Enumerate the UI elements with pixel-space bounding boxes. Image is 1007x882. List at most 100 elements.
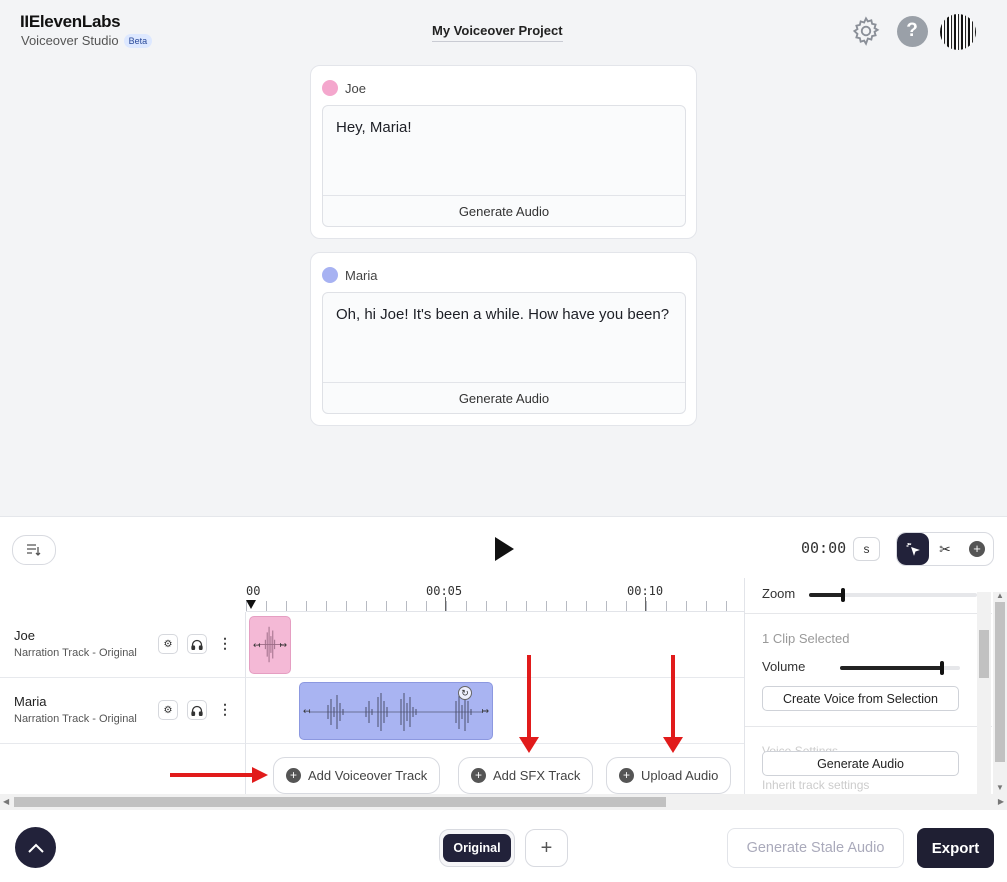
regenerate-icon[interactable]: ↻ (458, 686, 472, 700)
play-button[interactable] (490, 534, 518, 564)
headphones-icon (191, 639, 203, 650)
trim-right-icon[interactable]: ↦ (481, 706, 489, 717)
generate-stale-audio-button[interactable]: Generate Stale Audio (727, 828, 904, 868)
help-icon: ? (896, 15, 928, 47)
speaker-name: Joe (345, 80, 366, 96)
annotation-arrow-down (663, 655, 683, 753)
version-switcher: Original (439, 829, 515, 867)
track-subtitle: Narration Track - Original (14, 713, 137, 725)
gear-icon (852, 16, 880, 46)
divider (745, 726, 992, 727)
track-more-icon[interactable]: ⋮ (218, 701, 232, 718)
settings-button[interactable] (849, 14, 883, 48)
clip-selected-label: 1 Clip Selected (762, 631, 850, 646)
plus-icon: + (619, 768, 634, 783)
version-original-button[interactable]: Original (443, 834, 511, 862)
headphones-icon (191, 705, 203, 716)
select-tool-button[interactable] (897, 533, 929, 565)
plus-icon: + (286, 768, 301, 783)
scissors-icon: ✂ (939, 540, 951, 557)
ruler-label: 00 (246, 584, 261, 598)
chevron-up-icon (27, 843, 44, 853)
trim-left-icon[interactable]: ↤ (253, 640, 261, 651)
export-button[interactable]: Export (917, 828, 994, 868)
volume-label: Volume (762, 659, 806, 674)
play-icon (495, 537, 514, 561)
scroll-up-icon[interactable]: ▲ (996, 591, 1004, 600)
collapse-panel-button[interactable] (15, 827, 56, 868)
beta-badge: Beta (123, 33, 153, 48)
button-label: Upload Audio (641, 768, 719, 783)
add-voiceover-track-button[interactable]: + Add Voiceover Track (273, 757, 441, 794)
time-unit-toggle[interactable]: s (853, 537, 880, 561)
volume-slider-thumb[interactable] (940, 661, 944, 675)
dialogue-textbox[interactable]: Oh, hi Joe! It's been a while. How have … (322, 292, 686, 414)
inherit-settings-label: Inherit track settings (762, 778, 870, 792)
speaker-name: Maria (345, 267, 378, 283)
gear-icon: ⚙ (163, 638, 173, 650)
scroll-down-icon[interactable]: ▼ (996, 783, 1004, 792)
list-sort-icon (27, 544, 41, 556)
track-name: Maria (14, 694, 47, 709)
ruler-label: 00:05 (426, 584, 463, 598)
user-avatar[interactable] (940, 14, 976, 50)
scrollbar-thumb[interactable] (979, 630, 989, 678)
playhead[interactable] (246, 600, 256, 609)
scrollbar-thumb[interactable] (995, 602, 1005, 762)
audio-clip[interactable]: ↤ ↦ ↻ (299, 682, 493, 740)
zoom-slider-thumb[interactable] (840, 588, 845, 602)
trim-right-icon[interactable]: ↦ (279, 640, 287, 651)
speaker-label[interactable]: Maria (322, 267, 378, 283)
dialogue-text[interactable]: Hey, Maria! (323, 106, 685, 196)
track-more-icon[interactable]: ⋮ (218, 635, 232, 652)
help-button[interactable]: ? (895, 14, 929, 48)
project-title[interactable]: My Voiceover Project (432, 23, 563, 42)
gear-icon: ⚙ (163, 704, 173, 716)
track-solo-button[interactable] (187, 634, 207, 654)
dialogue-card-joe: Joe Hey, Maria! Generate Audio (310, 65, 697, 239)
button-label: Add SFX Track (493, 768, 581, 783)
zoom-slider[interactable] (809, 588, 977, 602)
dialogue-card-maria: Maria Oh, hi Joe! It's been a while. How… (310, 252, 697, 426)
upload-audio-button[interactable]: + Upload Audio (606, 757, 732, 794)
scroll-left-icon[interactable]: ◀ (3, 797, 9, 806)
timeline-vertical-scrollbar[interactable]: ▲ ▼ (993, 591, 1007, 794)
app-logo[interactable]: IIElevenLabs (20, 12, 121, 32)
plus-icon: + (969, 541, 985, 557)
cursor-click-icon (906, 543, 920, 556)
studio-name: Voiceover Studio (21, 33, 119, 48)
track-name: Joe (14, 628, 35, 643)
audio-clip[interactable]: ↤ ↦ (249, 616, 291, 674)
timeline-ruler[interactable]: 00 00:05 00:10 (246, 578, 744, 612)
clip-properties-panel: Zoom 1 Clip Selected Volume Create Voice… (744, 578, 992, 794)
generate-audio-button[interactable]: Generate Audio (323, 195, 685, 226)
track-header-joe: Joe Narration Track - Original ⚙ ⋮ (0, 612, 246, 678)
scrollbar-thumb[interactable] (14, 797, 666, 807)
trim-left-icon[interactable]: ↤ (303, 706, 311, 717)
timecode: 00:00 (801, 539, 847, 557)
track-solo-button[interactable] (187, 700, 207, 720)
create-voice-button[interactable]: Create Voice from Selection (762, 686, 959, 711)
speaker-color-dot (322, 267, 338, 283)
generate-audio-button[interactable]: Generate Audio (323, 382, 685, 413)
plus-icon: + (471, 768, 486, 783)
add-tool-button[interactable]: + (961, 533, 993, 565)
volume-slider[interactable] (840, 661, 960, 675)
timeline-horizontal-scrollbar[interactable]: ◀ ▶ (0, 794, 1007, 810)
dialogue-textbox[interactable]: Hey, Maria! Generate Audio (322, 105, 686, 227)
scroll-right-icon[interactable]: ▶ (998, 797, 1004, 806)
zoom-label: Zoom (762, 586, 796, 601)
dialogue-text[interactable]: Oh, hi Joe! It's been a while. How have … (323, 293, 685, 383)
cut-tool-button[interactable]: ✂ (929, 533, 961, 565)
side-panel-scrollbar[interactable] (977, 592, 991, 794)
track-settings-button[interactable]: ⚙ (158, 700, 178, 720)
add-sfx-track-button[interactable]: + Add SFX Track (458, 757, 594, 794)
timeline-panel: 00:00 s ✂ + 00 00:05 00:10 Joe Narration… (0, 516, 1007, 882)
speaker-label[interactable]: Joe (322, 80, 366, 96)
track-settings-button[interactable]: ⚙ (158, 634, 178, 654)
generate-audio-button[interactable]: Generate Audio (762, 751, 959, 776)
add-version-button[interactable]: + (525, 829, 568, 867)
ruler-ticks (246, 601, 744, 611)
track-list-button[interactable] (12, 535, 56, 565)
button-label: Add Voiceover Track (308, 768, 428, 783)
